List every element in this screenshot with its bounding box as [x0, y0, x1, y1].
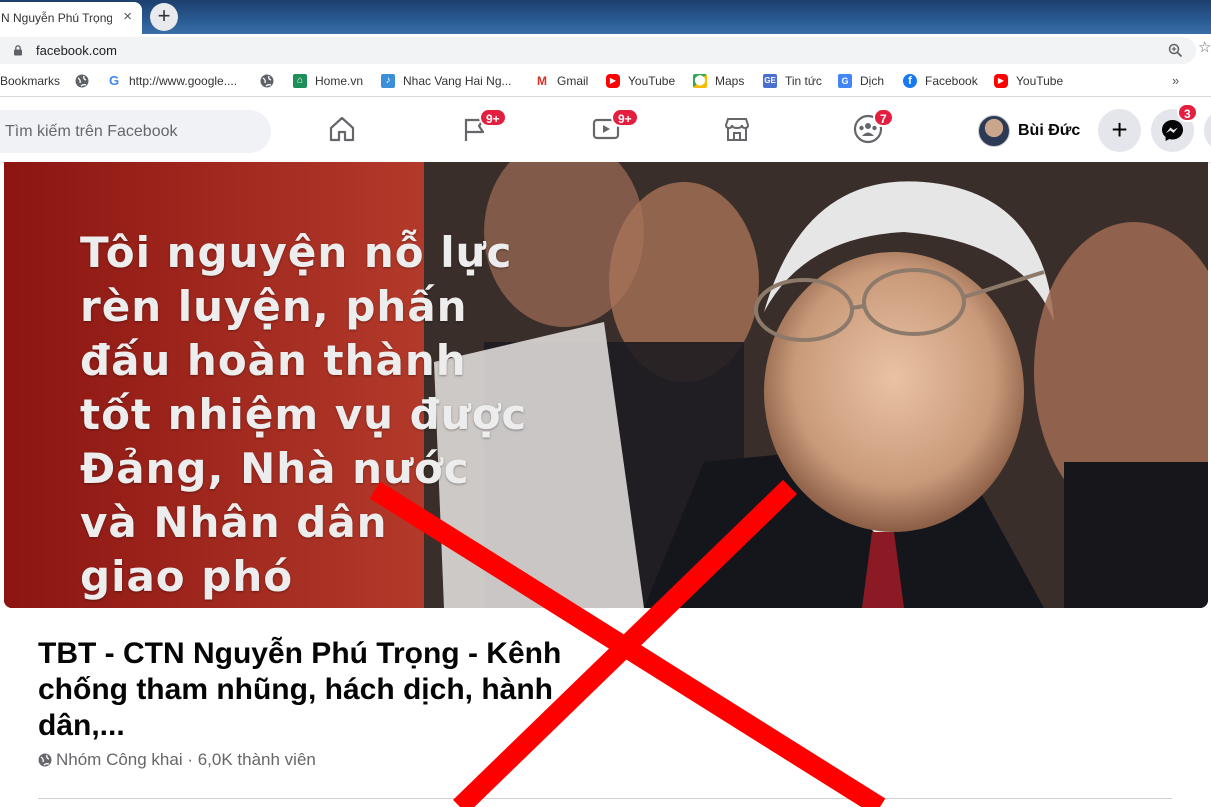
- quote-line: và Nhân dân: [80, 498, 388, 547]
- tab-title: N Nguyễn Phú Trọng: [1, 11, 112, 25]
- globe-icon: [260, 74, 274, 88]
- quote-line: Đảng, Nhà nước: [80, 444, 470, 493]
- quote-line: tốt nhiệm vụ được: [80, 390, 528, 439]
- quote-line: giao phó: [80, 552, 294, 601]
- bookmark-label: Gmail: [557, 74, 589, 88]
- plus-icon: +: [1111, 114, 1128, 145]
- lock-icon: [14, 45, 22, 56]
- bookmark-label: Dịch: [860, 74, 885, 88]
- bookmarks-overflow-icon[interactable]: »: [1172, 73, 1179, 88]
- bookmark-folder-bookmarks[interactable]: Bookmarks: [0, 74, 60, 88]
- marketplace-store-icon[interactable]: [722, 114, 752, 144]
- divider: [38, 798, 1172, 799]
- bookmark-youtube-2[interactable]: ▶ YouTube: [994, 74, 1063, 88]
- avatar: [978, 115, 1010, 147]
- bookmark-google[interactable]: G http://www.google....: [107, 74, 237, 88]
- browser-tab-strip: N Nguyễn Phú Trọng × +: [0, 0, 1211, 34]
- bookmark-label: Tin tức: [785, 74, 822, 88]
- quote-line: rèn luyện, phấn: [80, 282, 468, 331]
- cover-quote: Tôi nguyện nỗ lực rèn luyện, phấn đấu ho…: [80, 226, 600, 604]
- facebook-search-input[interactable]: Tìm kiếm trên Facebook: [0, 110, 271, 153]
- browser-tab[interactable]: N Nguyễn Phú Trọng ×: [0, 2, 142, 34]
- bookmark-label: Nhac Vang Hai Ng...: [403, 74, 512, 88]
- zoom-icon[interactable]: [1168, 43, 1183, 58]
- groups-notification-badge: 7: [873, 108, 894, 127]
- bookmark-label: YouTube: [628, 74, 676, 88]
- group-title[interactable]: TBT - CTN Nguyễn Phú Trọng - Kênh chống …: [38, 636, 598, 744]
- bookmark-gmail[interactable]: M Gmail: [535, 74, 588, 88]
- address-bar: facebook.com ☆: [0, 34, 1211, 67]
- messenger-notification-badge: 3: [1177, 103, 1198, 122]
- tab-close-icon[interactable]: ×: [123, 9, 132, 25]
- music-icon: ♪: [381, 74, 395, 88]
- watch-notification-badge: 9+: [611, 108, 639, 127]
- youtube-icon: ▶: [606, 74, 620, 88]
- create-button[interactable]: +: [1098, 109, 1141, 152]
- translate-icon: G: [838, 74, 852, 88]
- pages-notification-badge: 9+: [479, 108, 507, 127]
- news-icon: GE: [763, 74, 777, 88]
- new-tab-button[interactable]: +: [150, 3, 178, 31]
- bookmark-youtube-1[interactable]: ▶ YouTube: [606, 74, 675, 88]
- profile-name: Bùi Đức: [1018, 122, 1081, 139]
- facebook-icon: f: [903, 74, 917, 88]
- youtube-icon: ▶: [994, 74, 1008, 88]
- group-privacy-members: Nhóm Công khai · 6,0K thành viên: [56, 750, 316, 769]
- bookmark-label: Bookmarks: [0, 74, 61, 88]
- home-icon[interactable]: [327, 114, 357, 144]
- globe-icon: [75, 74, 89, 88]
- bookmark-nhac-vang[interactable]: ♪ Nhac Vang Hai Ng...: [381, 74, 512, 88]
- bookmark-tin-tuc[interactable]: GE Tin tức: [763, 74, 822, 88]
- bookmark-globe-1[interactable]: [75, 74, 89, 88]
- gmail-icon: M: [535, 74, 549, 88]
- bookmark-facebook[interactable]: f Facebook: [903, 74, 978, 88]
- bookmark-label: Home.vn: [315, 74, 364, 88]
- bookmarks-bar: Bookmarks G http://www.google.... ⌂ Home…: [0, 67, 1211, 97]
- home-icon: ⌂: [293, 74, 307, 88]
- facebook-top-nav: Tìm kiếm trên Facebook 9+ 9+ 7 Bùi Đức +…: [0, 98, 1211, 162]
- quote-line: Tôi nguyện nỗ lực: [80, 228, 513, 277]
- bookmark-label: Maps: [715, 74, 745, 88]
- omnibox[interactable]: facebook.com: [0, 37, 1196, 64]
- bookmark-label: YouTube: [1016, 74, 1064, 88]
- profile-shortcut[interactable]: Bùi Đức: [978, 114, 1080, 148]
- bookmark-label: Facebook: [925, 74, 978, 88]
- group-cover-photo[interactable]: Tôi nguyện nỗ lực rèn luyện, phấn đấu ho…: [4, 162, 1208, 608]
- notifications-button[interactable]: [1204, 109, 1211, 152]
- bookmark-star-icon[interactable]: ☆: [1198, 38, 1211, 56]
- url-text: facebook.com: [36, 43, 117, 58]
- bookmark-globe-2[interactable]: [260, 74, 274, 88]
- google-icon: G: [107, 73, 121, 88]
- bookmark-dich[interactable]: G Dịch: [838, 74, 884, 88]
- globe-icon: [38, 753, 52, 767]
- group-meta: Nhóm Công khai · 6,0K thành viên: [38, 750, 316, 770]
- bookmark-maps[interactable]: ⬤ Maps: [693, 74, 744, 88]
- bookmark-home-vn[interactable]: ⌂ Home.vn: [293, 74, 363, 88]
- maps-icon: ⬤: [693, 74, 707, 88]
- bookmark-label: http://www.google....: [129, 74, 238, 88]
- quote-line: đấu hoàn thành: [80, 336, 467, 385]
